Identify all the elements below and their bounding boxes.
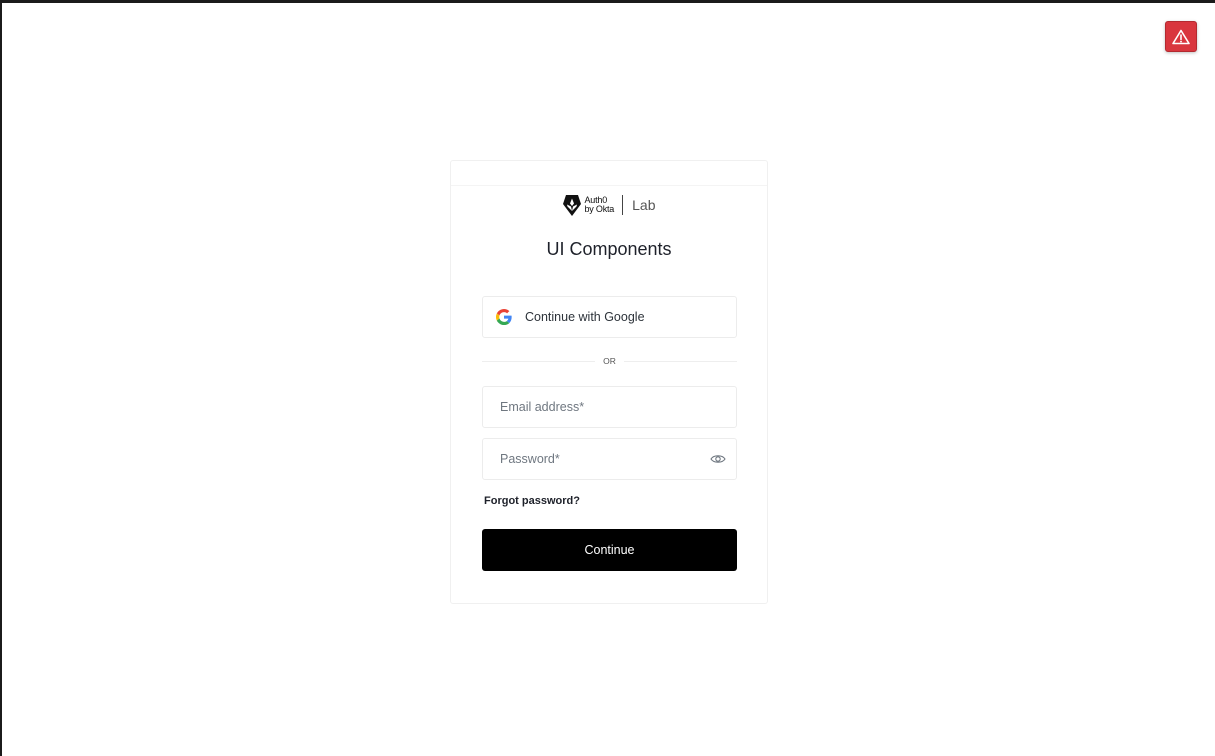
password-field[interactable] — [483, 439, 698, 479]
or-separator: OR — [482, 353, 737, 369]
google-button-label: Continue with Google — [525, 310, 645, 324]
brand-line-2: by Okta — [584, 204, 615, 214]
continue-with-google-button[interactable]: Continue with Google — [482, 296, 737, 338]
login-card: Auth0 by Okta Lab UI Components Continue… — [450, 160, 768, 604]
warning-triangle-icon — [1172, 29, 1190, 44]
brand-wordmark: Auth0 by Okta — [585, 196, 615, 214]
separator-line-right — [623, 360, 737, 362]
password-field-container — [482, 438, 737, 480]
separator-line-left — [482, 360, 596, 362]
google-g-icon — [496, 309, 512, 325]
auth0-shield-icon — [562, 194, 581, 216]
window-frame-top — [0, 0, 1215, 3]
forgot-password-link[interactable]: Forgot password? — [484, 495, 580, 507]
continue-button[interactable]: Continue — [482, 529, 737, 571]
brand-logo: Auth0 by Okta Lab — [451, 193, 767, 217]
warning-alert-button[interactable] — [1165, 21, 1197, 52]
page-title: UI Components — [546, 239, 672, 259]
window-frame-left — [0, 0, 2, 756]
email-field[interactable] — [482, 386, 737, 428]
brand-suffix: Lab — [632, 197, 656, 213]
show-password-toggle[interactable] — [709, 451, 727, 467]
logo-divider — [622, 195, 624, 215]
card-header-divider — [451, 185, 767, 186]
separator-text: OR — [603, 356, 616, 366]
eye-icon — [710, 455, 726, 463]
